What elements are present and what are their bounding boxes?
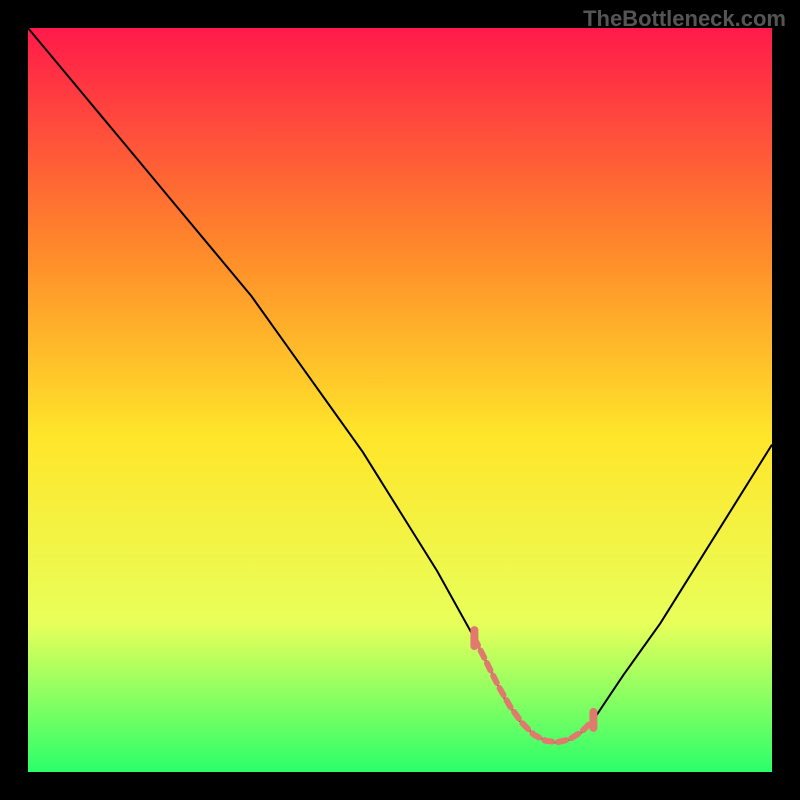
watermark-text: TheBottleneck.com — [583, 6, 786, 32]
plot-area — [28, 28, 772, 772]
optimal-zone-marker-start — [470, 626, 478, 650]
bottleneck-chart — [0, 0, 800, 800]
optimal-zone-marker-end — [589, 708, 597, 732]
chart-container: TheBottleneck.com — [0, 0, 800, 800]
